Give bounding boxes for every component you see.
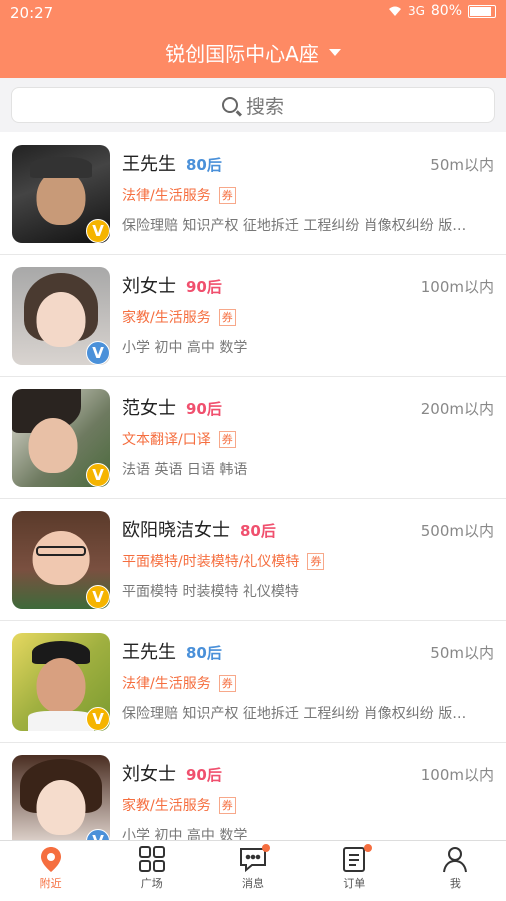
distance: 50m以内	[430, 156, 494, 174]
location-header[interactable]: 锐创国际中心A座	[0, 26, 506, 78]
provider-name: 刘女士	[122, 276, 176, 297]
battery-icon	[468, 4, 496, 18]
coupon-badge: 券	[218, 430, 236, 448]
list-item[interactable]: V 刘女士 90后 100m以内 家教/生活服务券 小学 初中 高中 数学	[0, 255, 506, 377]
search-icon	[221, 97, 238, 113]
verified-badge: V	[86, 829, 110, 840]
list-item[interactable]: V 刘女士 90后 100m以内 家教/生活服务券 小学 初中 高中 数学	[0, 743, 506, 840]
coupon-badge: 券	[218, 186, 236, 204]
status-indicators: 3G 80%	[388, 3, 496, 19]
service-category: 文本翻译/口译	[122, 432, 211, 448]
verified-badge: V	[86, 585, 110, 609]
provider-list[interactable]: V 王先生 80后 50m以内 法律/生活服务券 保险理赔 知识产权 征地拆迁 工…	[0, 133, 506, 840]
avatar[interactable]: V	[12, 267, 110, 365]
person-icon	[443, 847, 468, 873]
verified-badge: V	[86, 219, 110, 243]
verified-badge: V	[86, 341, 110, 365]
chevron-down-icon[interactable]	[328, 48, 341, 56]
age-tag: 80后	[186, 644, 222, 662]
provider-name: 刘女士	[122, 764, 176, 785]
coupon-badge: 券	[218, 308, 236, 326]
provider-name: 王先生	[122, 642, 176, 663]
bottom-tab-bar: 附近 广场 消息 订单 我	[0, 840, 506, 901]
location-title[interactable]: 锐创国际中心A座	[165, 38, 319, 67]
coupon-badge: 券	[218, 674, 236, 692]
skill-tags: 小学 初中 高中 数学	[122, 828, 248, 840]
tab-label: 附近	[39, 877, 62, 890]
search-placeholder: 搜索	[245, 95, 284, 118]
verified-badge: V	[86, 707, 110, 731]
service-category: 平面模特/时装模特/礼仪模特	[122, 554, 300, 570]
tab-square[interactable]: 广场	[101, 841, 202, 901]
distance: 50m以内	[430, 644, 494, 662]
signal-indicator: 3G	[407, 4, 425, 18]
service-category: 法律/生活服务	[122, 676, 211, 692]
search-area: 搜索	[0, 78, 506, 132]
notification-dot	[363, 844, 372, 852]
tab-me[interactable]: 我	[405, 841, 506, 901]
service-category: 家教/生活服务	[122, 310, 211, 326]
service-category: 家教/生活服务	[122, 798, 211, 814]
wifi-icon	[388, 6, 401, 16]
avatar[interactable]: V	[12, 145, 110, 243]
avatar[interactable]: V	[12, 389, 110, 487]
avatar[interactable]: V	[12, 633, 110, 731]
tab-orders[interactable]: 订单	[304, 841, 405, 901]
list-item[interactable]: V 范女士 90后 200m以内 文本翻译/口译券 法语 英语 日语 韩语	[0, 377, 506, 499]
notification-dot	[262, 844, 271, 852]
list-item[interactable]: V 王先生 80后 50m以内 法律/生活服务券 保险理赔 知识产权 征地拆迁 工…	[0, 621, 506, 743]
status-time: 20:27	[10, 4, 54, 22]
list-item[interactable]: V 王先生 80后 50m以内 法律/生活服务券 保险理赔 知识产权 征地拆迁 工…	[0, 133, 506, 255]
battery-percent: 80%	[430, 3, 462, 19]
tab-label: 广场	[140, 877, 163, 890]
status-bar: 20:27 3G 80%	[0, 0, 506, 26]
provider-name: 范女士	[122, 398, 176, 419]
age-tag: 90后	[186, 278, 222, 296]
avatar[interactable]: V	[12, 755, 110, 840]
grid-icon	[138, 846, 165, 872]
coupon-badge: 券	[307, 552, 325, 570]
age-tag: 90后	[186, 766, 222, 784]
distance: 100m以内	[420, 766, 494, 784]
distance: 100m以内	[420, 278, 494, 296]
age-tag: 90后	[186, 400, 222, 418]
list-item[interactable]: V 欧阳晓洁女士 80后 500m以内 平面模特/时装模特/礼仪模特券 平面模特 …	[0, 499, 506, 621]
avatar[interactable]: V	[12, 511, 110, 609]
skill-tags: 法语 英语 日语 韩语	[122, 462, 248, 478]
age-tag: 80后	[186, 156, 222, 174]
age-tag: 80后	[240, 522, 276, 540]
tab-nearby[interactable]: 附近	[0, 841, 101, 901]
skill-tags: 保险理赔 知识产权 征地拆迁 工程纠纷 肖像权纠纷 版…	[122, 706, 467, 722]
skill-tags: 平面模特 时装模特 礼仪模特	[122, 584, 299, 600]
location-pin-icon	[40, 847, 61, 872]
provider-name: 欧阳晓洁女士	[122, 520, 230, 541]
coupon-badge: 券	[218, 796, 236, 814]
verified-badge: V	[86, 463, 110, 487]
search-input[interactable]: 搜索	[11, 87, 495, 123]
tab-label: 订单	[343, 877, 366, 890]
tab-label: 我	[449, 877, 461, 890]
distance: 500m以内	[420, 522, 494, 540]
tab-label: 消息	[242, 877, 264, 890]
distance: 200m以内	[420, 400, 494, 418]
provider-name: 王先生	[122, 154, 176, 175]
skill-tags: 保险理赔 知识产权 征地拆迁 工程纠纷 肖像权纠纷 版…	[122, 218, 467, 234]
skill-tags: 小学 初中 高中 数学	[122, 340, 248, 356]
tab-messages[interactable]: 消息	[202, 841, 303, 901]
service-category: 法律/生活服务	[122, 188, 211, 204]
